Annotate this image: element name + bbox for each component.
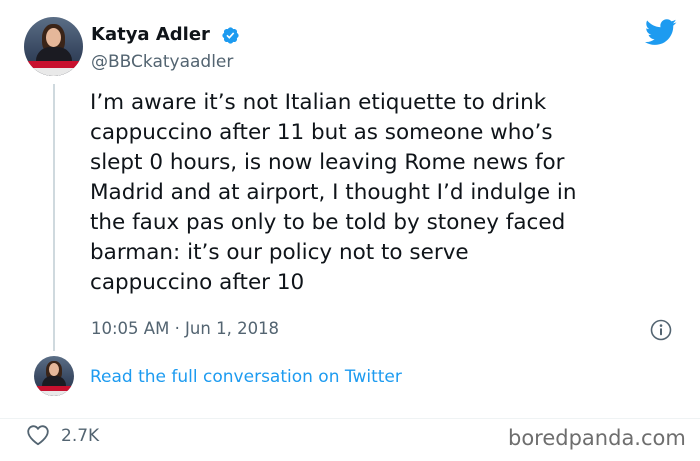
avatar-face (46, 28, 61, 47)
info-icon[interactable] (650, 319, 672, 341)
tweet-timestamp[interactable]: 10:05 AM · Jun 1, 2018 (91, 318, 279, 340)
avatar-face (49, 363, 59, 376)
author-name[interactable]: Katya Adler (91, 24, 210, 46)
read-conversation-link[interactable]: Read the full conversation on Twitter (90, 366, 402, 388)
author-handle[interactable]: @BBCkatyaadler (91, 51, 233, 73)
avatar-news-ticker-lower (34, 391, 74, 396)
tweet-text: I’m aware it’s not Italian etiquette to … (90, 90, 577, 295)
watermark: boredpanda.com (508, 426, 686, 450)
footer-divider (0, 418, 700, 419)
heart-icon[interactable] (26, 424, 50, 446)
reply-avatar[interactable] (34, 356, 74, 396)
author-avatar[interactable] (24, 17, 83, 76)
verified-badge-icon (222, 27, 239, 44)
twitter-bird-icon[interactable] (645, 19, 677, 46)
avatar-news-ticker (24, 61, 83, 68)
thread-line (53, 84, 55, 351)
like-count: 2.7K (61, 426, 100, 446)
avatar-news-ticker-lower (24, 68, 83, 76)
